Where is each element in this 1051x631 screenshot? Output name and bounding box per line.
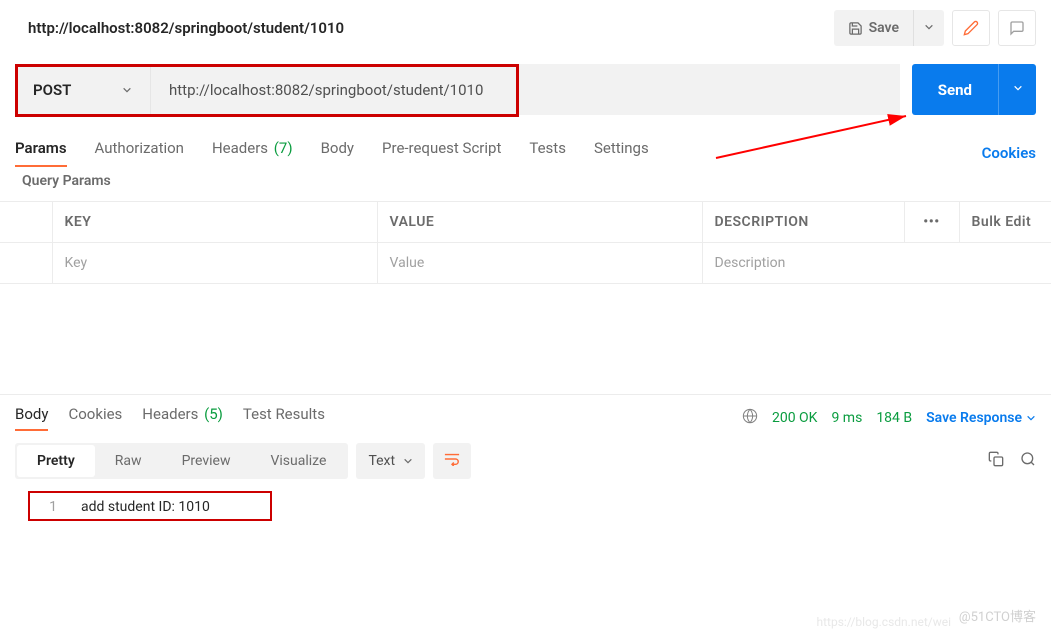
column-value: VALUE — [377, 202, 702, 243]
value-input[interactable]: Value — [377, 243, 702, 284]
chevron-down-icon — [122, 81, 132, 99]
pencil-icon — [963, 20, 979, 36]
tab-prerequest[interactable]: Pre-request Script — [382, 139, 501, 167]
wrap-lines-button[interactable] — [433, 443, 471, 479]
view-raw[interactable]: Raw — [95, 445, 162, 477]
response-time: 9 ms — [831, 410, 862, 426]
response-tab-body[interactable]: Body — [15, 405, 48, 431]
save-button[interactable]: Save — [834, 10, 913, 46]
line-number: 1 — [31, 499, 57, 515]
column-key: KEY — [52, 202, 377, 243]
response-line: 1 add student ID: 1010 — [15, 495, 1036, 519]
watermark-csdn: https://blog.csdn.net/wei — [817, 615, 952, 629]
tab-headers[interactable]: Headers (7) — [212, 139, 293, 167]
chevron-down-icon — [1013, 83, 1023, 93]
view-pretty[interactable]: Pretty — [17, 445, 95, 477]
tab-tests[interactable]: Tests — [529, 139, 566, 167]
key-input[interactable]: Key — [52, 243, 377, 284]
save-dropdown[interactable] — [913, 10, 944, 46]
copy-icon[interactable] — [988, 451, 1004, 471]
watermark-51cto: @51CTO博客 — [959, 606, 1036, 625]
search-icon[interactable] — [1020, 451, 1036, 471]
response-tab-headers[interactable]: Headers (5) — [142, 405, 223, 431]
view-visualize[interactable]: Visualize — [250, 445, 346, 477]
description-input[interactable]: Description — [702, 243, 1051, 284]
format-select[interactable]: Text — [356, 443, 425, 479]
comment-button[interactable] — [998, 10, 1036, 46]
response-size: 184 B — [876, 410, 912, 426]
response-tab-test-results[interactable]: Test Results — [243, 405, 325, 431]
status-code: 200 OK — [772, 410, 818, 426]
column-more-icon[interactable]: ••• — [904, 202, 959, 243]
http-method-select[interactable]: POST — [15, 64, 150, 115]
response-text: add student ID: 1010 — [81, 499, 210, 515]
cookies-link[interactable]: Cookies — [982, 144, 1036, 162]
view-preview[interactable]: Preview — [162, 445, 251, 477]
chevron-down-icon — [924, 22, 934, 32]
column-description: DESCRIPTION — [702, 202, 904, 243]
save-icon — [848, 21, 863, 36]
send-button[interactable]: Send — [912, 64, 998, 115]
method-label: POST — [33, 81, 71, 99]
wrap-icon — [444, 452, 460, 466]
globe-icon[interactable] — [742, 408, 758, 428]
tab-settings[interactable]: Settings — [594, 139, 649, 167]
save-response-button[interactable]: Save Response — [926, 410, 1036, 426]
tab-body[interactable]: Body — [321, 139, 354, 167]
save-label: Save — [869, 20, 899, 36]
query-params-table: KEY VALUE DESCRIPTION ••• Bulk Edit Key … — [0, 201, 1051, 284]
tab-authorization[interactable]: Authorization — [95, 139, 184, 167]
tab-params[interactable]: Params — [15, 139, 67, 167]
edit-button[interactable] — [952, 10, 990, 46]
comment-icon — [1009, 20, 1025, 36]
tab-title: http://localhost:8082/springboot/student… — [28, 19, 344, 37]
response-tab-cookies[interactable]: Cookies — [68, 405, 122, 431]
chevron-down-icon — [403, 456, 413, 466]
query-params-label: Query Params — [0, 167, 1051, 201]
url-input[interactable] — [150, 64, 900, 115]
chevron-down-icon — [1026, 413, 1036, 423]
table-row[interactable]: Key Value Description — [0, 243, 1051, 284]
bulk-edit-button[interactable]: Bulk Edit — [959, 202, 1051, 243]
send-dropdown[interactable] — [998, 64, 1036, 115]
